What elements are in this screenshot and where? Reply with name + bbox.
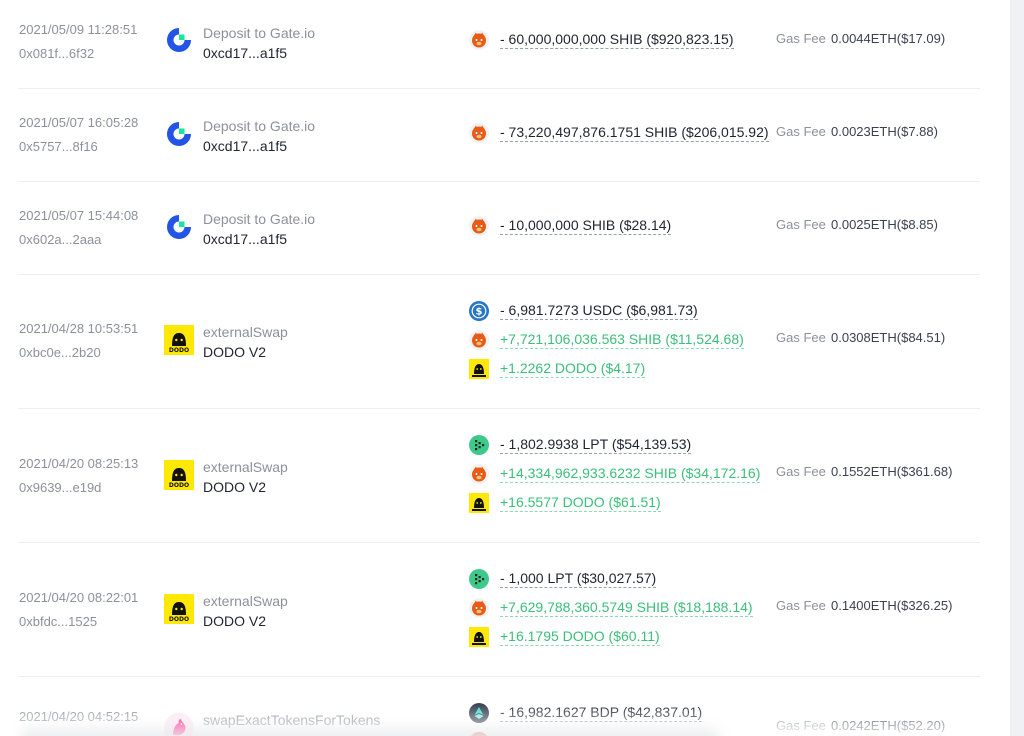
token-amount-link[interactable]: - 1,000 LPT ($30,027.57) xyxy=(500,570,657,588)
dodo-logo-text: DODO xyxy=(169,482,189,489)
tx-target-link[interactable]: 0xcd17...a1f5 xyxy=(203,231,287,247)
token-transfer: +14,334,962,933.6232 SHIB ($34,172.16) xyxy=(469,464,761,484)
token-transfer: $ - 6,981.7273 USDC ($6,981.73) xyxy=(469,301,698,321)
token-amount-link[interactable]: - 10,000,000 SHIB ($28.14) xyxy=(500,217,672,235)
shib-icon xyxy=(469,123,489,143)
tx-time: 2021/05/07 15:44:08 xyxy=(19,208,139,223)
gas-fee-value: 0.1552ETH($361.68) xyxy=(831,464,953,479)
tx-time: 2021/05/07 16:05:28 xyxy=(19,115,139,130)
dodo-logo-text: DODO xyxy=(169,616,189,623)
transaction-row: 2021/05/07 16:05:28 0x5757...8f16 Deposi… xyxy=(0,89,1010,181)
gas-fee-value: 0.0044ETH($17.09) xyxy=(831,31,946,46)
shib-icon xyxy=(469,216,489,236)
transaction-row: 2021/04/28 10:53:51 0xbc0e...2b20 DODO e… xyxy=(0,275,1010,408)
tx-method: Deposit to Gate.io xyxy=(203,25,316,41)
dodo-icon xyxy=(469,493,489,513)
usdc-icon: $ xyxy=(469,301,489,321)
floating-bar-shadow xyxy=(20,728,720,736)
svg-text:$: $ xyxy=(476,307,483,318)
tx-time: 2021/04/20 04:52:15 xyxy=(19,709,139,724)
tx-method: externalSwap xyxy=(203,593,288,609)
gate-io-logo-icon xyxy=(167,215,191,239)
tx-target-link[interactable]: DODO V2 xyxy=(203,344,266,360)
lpt-icon xyxy=(469,569,489,589)
token-amount-link[interactable]: +14,334,962,933.6232 SHIB ($34,172.16) xyxy=(500,465,761,483)
tx-target-link[interactable]: DODO V2 xyxy=(203,613,266,629)
token-amount-link[interactable]: - 60,000,000,000 SHIB ($920,823.15) xyxy=(500,31,734,49)
tx-hash-link[interactable]: 0xbc0e...2b20 xyxy=(19,345,101,360)
dodo-logo-icon: DODO xyxy=(164,325,194,355)
token-transfer: - 1,000 LPT ($30,027.57) xyxy=(469,569,657,589)
tx-hash-link[interactable]: 0x081f...6f32 xyxy=(19,46,94,61)
gas-fee-label: Gas Fee xyxy=(776,464,826,479)
tx-target-link[interactable]: 0xcd17...a1f5 xyxy=(203,45,287,61)
token-amount-link[interactable]: +7,721,106,036.563 SHIB ($11,524.68) xyxy=(500,331,744,349)
gas-fee-label: Gas Fee xyxy=(776,31,826,46)
token-transfer: - 10,000,000 SHIB ($28.14) xyxy=(469,216,672,236)
token-transfer: - 1,802.9938 LPT ($54,139.53) xyxy=(469,435,692,455)
tx-hash-link[interactable]: 0x5757...8f16 xyxy=(19,139,98,154)
gas-fee-value: 0.0242ETH($52.20) xyxy=(831,718,946,733)
token-transfer: +16.1795 DODO ($60.11) xyxy=(469,627,660,647)
shib-icon xyxy=(469,464,489,484)
token-amount-link[interactable]: - 16,982.1627 BDP ($42,837.01) xyxy=(500,704,703,722)
gas-fee-label: Gas Fee xyxy=(776,718,826,733)
tx-hash-link[interactable]: 0x9639...e19d xyxy=(19,480,101,495)
token-amount-link[interactable]: +16.5577 DODO ($61.51) xyxy=(500,494,661,512)
transaction-row: 2021/05/07 15:44:08 0x602a...2aaa Deposi… xyxy=(0,182,1010,274)
transaction-row: 2021/04/20 08:22:01 0xbfdc...1525 DODO e… xyxy=(0,543,1010,676)
shib-icon xyxy=(469,30,489,50)
tx-hash-link[interactable]: 0xbfdc...1525 xyxy=(19,614,97,629)
tx-hash-link[interactable]: 0x602a...2aaa xyxy=(19,232,101,247)
tx-time: 2021/04/20 08:25:13 xyxy=(19,456,139,471)
tx-target-link[interactable]: DODO V2 xyxy=(203,479,266,495)
lpt-icon xyxy=(469,435,489,455)
shib-icon xyxy=(469,330,489,350)
token-amount-link[interactable]: +1.2262 DODO ($4.17) xyxy=(500,360,646,378)
gate-io-logo-icon xyxy=(167,122,191,146)
dodo-logo-icon: DODO xyxy=(164,460,194,490)
tx-method: swapExactTokensForTokens xyxy=(203,712,381,728)
dodo-logo-text: DODO xyxy=(169,347,189,354)
token-transfer: +7,721,106,036.563 SHIB ($11,524.68) xyxy=(469,330,744,350)
gate-io-logo-icon xyxy=(167,28,191,52)
token-amount-link[interactable]: - 73,220,497,876.1751 SHIB ($206,015.92) xyxy=(500,124,769,142)
dodo-logo-icon: DODO xyxy=(164,594,194,624)
shib-icon xyxy=(469,598,489,618)
dodo-icon xyxy=(469,359,489,379)
transaction-history-panel: 2021/05/09 11:28:51 0x081f...6f32 Deposi… xyxy=(0,0,1010,736)
gas-fee-label: Gas Fee xyxy=(776,330,826,345)
bdp-icon xyxy=(469,703,489,723)
token-transfer: - 16,982.1627 BDP ($42,837.01) xyxy=(469,703,703,723)
token-transfer: +1.2262 DODO ($4.17) xyxy=(469,359,646,379)
token-amount-link[interactable]: - 6,981.7273 USDC ($6,981.73) xyxy=(500,302,698,320)
gas-fee-label: Gas Fee xyxy=(776,124,826,139)
token-amount-link[interactable]: +16.1795 DODO ($60.11) xyxy=(500,628,660,646)
token-transfer: +7,629,788,360.5749 SHIB ($18,188.14) xyxy=(469,598,753,618)
gas-fee-value: 0.1400ETH($326.25) xyxy=(831,598,953,613)
token-amount-link[interactable]: +7,629,788,360.5749 SHIB ($18,188.14) xyxy=(500,599,753,617)
tx-time: 2021/04/28 10:53:51 xyxy=(19,321,139,336)
gas-fee-label: Gas Fee xyxy=(776,598,826,613)
gas-fee-label: Gas Fee xyxy=(776,217,826,232)
tx-method: externalSwap xyxy=(203,324,288,340)
transaction-row: 2021/05/09 11:28:51 0x081f...6f32 Deposi… xyxy=(0,0,1010,88)
token-amount-link[interactable]: - 1,802.9938 LPT ($54,139.53) xyxy=(500,436,692,454)
tx-time: 2021/05/09 11:28:51 xyxy=(19,22,138,37)
token-transfer: - 73,220,497,876.1751 SHIB ($206,015.92) xyxy=(469,123,769,143)
gas-fee-value: 0.0023ETH($7.88) xyxy=(831,124,938,139)
tx-target-link[interactable]: 0xcd17...a1f5 xyxy=(203,138,287,154)
tx-method: externalSwap xyxy=(203,459,288,475)
gas-fee-value: 0.0308ETH($84.51) xyxy=(831,330,946,345)
token-transfer: - 60,000,000,000 SHIB ($920,823.15) xyxy=(469,30,734,50)
dodo-icon xyxy=(469,627,489,647)
tx-method: Deposit to Gate.io xyxy=(203,118,316,134)
tx-time: 2021/04/20 08:22:01 xyxy=(19,590,139,605)
gas-fee-value: 0.0025ETH($8.85) xyxy=(831,217,938,232)
tx-method: Deposit to Gate.io xyxy=(203,211,316,227)
token-transfer: +16.5577 DODO ($61.51) xyxy=(469,493,661,513)
transaction-row: 2021/04/20 08:25:13 0x9639...e19d DODO e… xyxy=(0,409,1010,542)
